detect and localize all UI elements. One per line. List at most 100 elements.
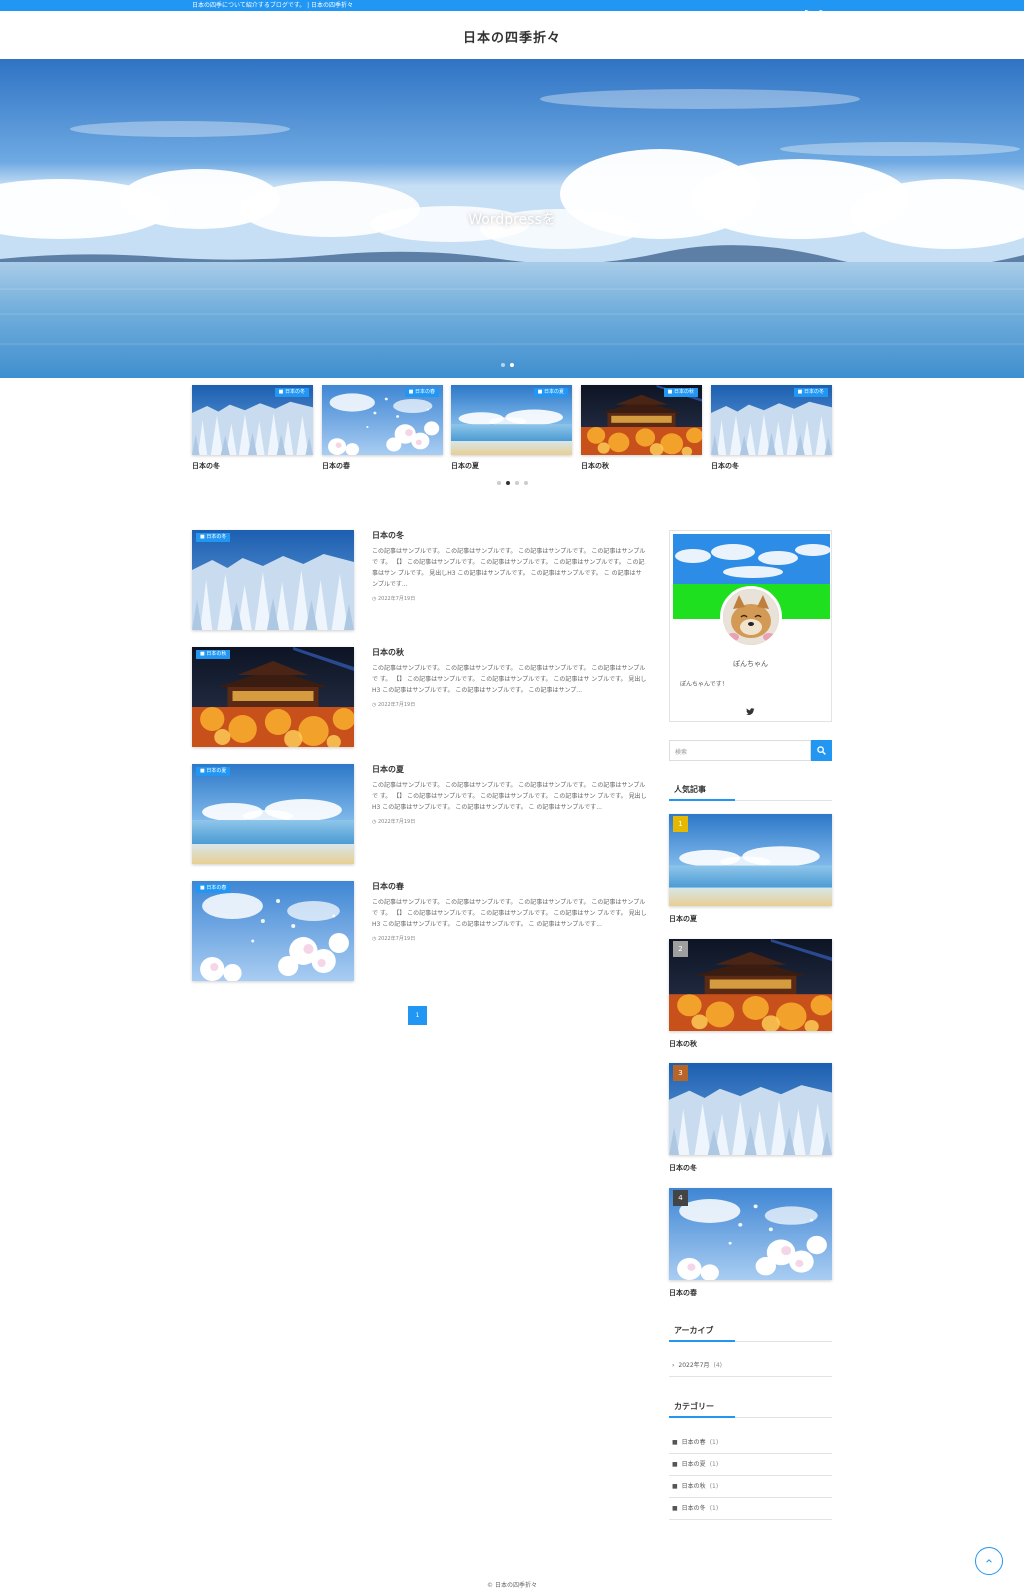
category-item[interactable]: ■ 日本の秋 (1): [669, 1476, 832, 1498]
popular-item[interactable]: 2 日本の秋: [669, 939, 832, 1049]
popular-thumbnail[interactable]: 1: [669, 814, 832, 906]
archive-label: 2022年7月: [678, 1361, 710, 1369]
carousel-thumbnail[interactable]: ■ 日本の春: [322, 385, 443, 455]
back-to-top-button[interactable]: [975, 1547, 1003, 1575]
post-excerpt: この記事はサンプルです。 この記事はサンプルです。 この記事はサンプルです。 こ…: [372, 899, 647, 928]
category-label[interactable]: ■ 日本の夏: [533, 388, 568, 397]
carousel-card[interactable]: ■ 日本の冬 日本の冬: [711, 385, 832, 471]
hero-dot[interactable]: [501, 363, 505, 367]
category-label[interactable]: ■ 日本の秋: [196, 650, 231, 659]
post-excerpt: この記事はサンプルです。 この記事はサンプルです。 この記事はサンプルです。 こ…: [372, 665, 647, 694]
category-label-text: 日本の夏: [543, 389, 564, 395]
category-label[interactable]: ■ 日本の秋: [663, 388, 698, 397]
post-card[interactable]: ■ 日本の秋 日本の秋 この記事はサンプルです。 この記事はサンプルです。 この…: [192, 647, 647, 749]
post-card[interactable]: ■ 日本の冬 日本の冬 この記事はサンプルです。 この記事はサンプルです。 この…: [192, 530, 647, 632]
post-thumbnail[interactable]: ■ 日本の秋: [192, 647, 354, 747]
carousel-card[interactable]: ■ 日本の春 日本の春: [322, 385, 443, 471]
post-thumbnail[interactable]: ■ 日本の春: [192, 881, 354, 981]
rank-number: 3: [678, 1069, 683, 1077]
carousel-pagination: [497, 481, 528, 485]
post-date-text: 2022年7月19日: [377, 596, 416, 602]
carousel-dot[interactable]: [515, 481, 519, 485]
carousel-card[interactable]: ■ 日本の夏 日本の夏: [451, 385, 572, 471]
twitter-icon[interactable]: [746, 701, 755, 716]
carousel-title[interactable]: 日本の冬: [711, 461, 832, 471]
carousel-thumbnail[interactable]: ■ 日本の夏: [451, 385, 572, 455]
rank-badge: 3: [673, 1065, 688, 1081]
popular-title[interactable]: 日本の夏: [669, 914, 832, 924]
category-label-text: 日本の秋: [681, 1482, 706, 1490]
popular-item[interactable]: 3 日本の冬: [669, 1063, 832, 1173]
post-card[interactable]: ■ 日本の夏 日本の夏 この記事はサンプルです。 この記事はサンプルです。 この…: [192, 764, 647, 866]
category-label[interactable]: ■ 日本の夏: [196, 767, 231, 776]
popular-item[interactable]: 1 日本の夏: [669, 814, 832, 924]
rank-badge: 4: [673, 1190, 688, 1206]
featured-carousel: ■ 日本の冬 日本の冬 ■ 日本の春 日本の春 ■ 日本の夏 日本の夏 ■ 日本…: [192, 385, 832, 475]
site-title[interactable]: 日本の四季折々: [0, 27, 1024, 46]
category-label[interactable]: ■ 日本の春: [196, 884, 231, 893]
popular-thumbnail[interactable]: 3: [669, 1063, 832, 1155]
popular-title[interactable]: 日本の春: [669, 1288, 832, 1298]
twitter-icon[interactable]: [792, 2, 799, 17]
category-label-text: 日本の冬: [284, 389, 305, 395]
post-thumbnail[interactable]: ■ 日本の夏: [192, 764, 354, 864]
carousel-title[interactable]: 日本の夏: [451, 461, 572, 471]
post-thumbnail[interactable]: ■ 日本の冬: [192, 530, 354, 630]
archive-list: › 2022年7月 (4): [669, 1355, 832, 1377]
folder-icon: ■: [672, 1438, 678, 1446]
folder-icon: ■: [672, 1504, 678, 1512]
site-header: 日本の四季折々: [0, 11, 1024, 59]
category-label[interactable]: ■ 日本の春: [404, 388, 439, 397]
rank-number: 4: [678, 1194, 683, 1202]
carousel-title[interactable]: 日本の秋: [581, 461, 702, 471]
popular-title[interactable]: 日本の冬: [669, 1163, 832, 1173]
post-title[interactable]: 日本の冬: [372, 530, 647, 541]
carousel-title[interactable]: 日本の春: [322, 461, 443, 471]
post-title[interactable]: 日本の秋: [372, 647, 647, 658]
carousel-card[interactable]: ■ 日本の冬 日本の冬: [192, 385, 313, 471]
top-bar: 日本の四季について紹介するブログです。 | 日本の四季折々: [0, 0, 1024, 17]
post-date-text: 2022年7月19日: [377, 702, 416, 708]
archive-item[interactable]: › 2022年7月 (4): [669, 1355, 832, 1377]
search-button[interactable]: [811, 740, 832, 761]
search-icon[interactable]: [818, 2, 825, 17]
post-title[interactable]: 日本の夏: [372, 764, 647, 775]
popular-item[interactable]: 4 日本の春: [669, 1188, 832, 1298]
category-item[interactable]: ■ 日本の夏 (1): [669, 1454, 832, 1476]
popular-title[interactable]: 日本の秋: [669, 1039, 832, 1049]
category-label-text: 日本の冬: [803, 389, 824, 395]
carousel-thumbnail[interactable]: ■ 日本の冬: [711, 385, 832, 455]
category-label[interactable]: ■ 日本の冬: [793, 388, 828, 397]
rank-badge: 2: [673, 941, 688, 957]
category-item[interactable]: ■ 日本の冬 (1): [669, 1498, 832, 1520]
profile-widget: ぽんちゃん ぽんちゃんです！: [669, 530, 832, 722]
hero-slider[interactable]: Wordpressを: [0, 59, 1024, 378]
hero-caption: Wordpressを: [468, 212, 556, 228]
category-item[interactable]: ■ 日本の春 (1): [669, 1432, 832, 1454]
search-input[interactable]: 検索: [669, 740, 811, 761]
carousel-thumbnail[interactable]: ■ 日本の秋: [581, 385, 702, 455]
top-bar-icons: [792, 0, 825, 17]
carousel-dot-active[interactable]: [506, 481, 510, 485]
archive-count: (4): [713, 1361, 723, 1369]
post-date-text: 2022年7月19日: [377, 936, 416, 942]
category-label[interactable]: ■ 日本の冬: [274, 388, 309, 397]
post-title[interactable]: 日本の春: [372, 881, 647, 892]
avatar: [720, 586, 782, 648]
carousel-dot[interactable]: [497, 481, 501, 485]
carousel-dot[interactable]: [524, 481, 528, 485]
popular-thumbnail[interactable]: 2: [669, 939, 832, 1031]
profile-message: ぽんちゃんです！: [680, 681, 728, 688]
category-list: ■ 日本の春 (1) ■ 日本の夏 (1) ■ 日本の秋 (1) ■ 日本の冬 …: [669, 1432, 832, 1520]
hero-dot-active[interactable]: [510, 363, 514, 367]
rss-icon[interactable]: [805, 2, 812, 17]
carousel-card[interactable]: ■ 日本の秋 日本の秋: [581, 385, 702, 471]
carousel-thumbnail[interactable]: ■ 日本の冬: [192, 385, 313, 455]
post-date: ◷ 2022年7月19日: [372, 596, 416, 602]
post-card[interactable]: ■ 日本の春 日本の春 この記事はサンプルです。 この記事はサンプルです。 この…: [192, 881, 647, 983]
carousel-title[interactable]: 日本の冬: [192, 461, 313, 471]
category-label[interactable]: ■ 日本の冬: [196, 533, 231, 542]
popular-thumbnail[interactable]: 4: [669, 1188, 832, 1280]
search-icon: [817, 746, 826, 755]
pagination-page-current[interactable]: 1: [408, 1006, 427, 1025]
